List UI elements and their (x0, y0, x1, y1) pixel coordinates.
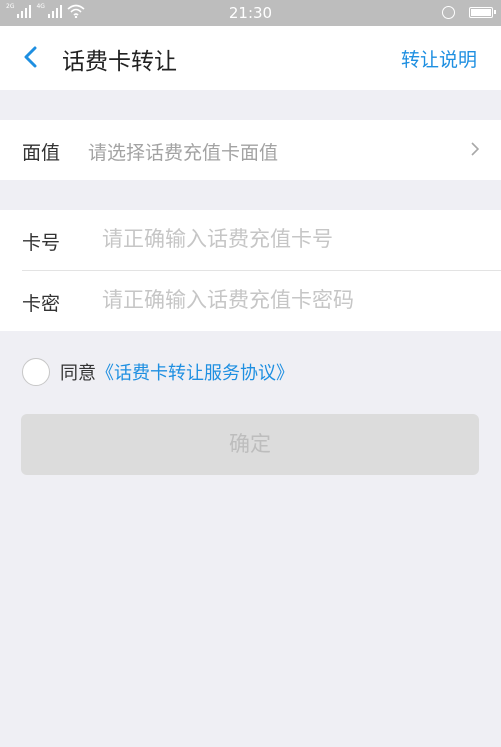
card-number-input[interactable] (102, 222, 482, 256)
face-value-label: 面值 (22, 142, 61, 164)
agreement-prefix: 同意 (60, 363, 96, 384)
agreement-link[interactable]: 《话费卡转让服务协议》 (96, 359, 294, 385)
confirm-button[interactable]: 确定 (21, 414, 479, 475)
chevron-right-icon (471, 142, 479, 156)
page-title: 话费卡转让 (62, 49, 177, 75)
card-password-label: 卡密 (22, 293, 61, 315)
face-value-selector[interactable]: 面值 请选择话费充值卡面值 (0, 120, 501, 180)
status-bar: 2G 4G 21:30 (0, 0, 501, 26)
status-bar-right (442, 6, 496, 19)
battery-icon (469, 7, 496, 18)
status-time: 21:30 (228, 4, 273, 22)
alarm-icon (442, 6, 455, 19)
card-info-group: 卡号 卡密 (0, 210, 501, 331)
navigation-bar: 话费卡转让 转让说明 (0, 26, 501, 90)
agreement-row: 同意 《话费卡转让服务协议》 (22, 356, 294, 388)
transfer-instructions-link[interactable]: 转让说明 (401, 45, 477, 72)
card-number-label: 卡号 (22, 232, 61, 254)
card-password-row: 卡密 (0, 271, 501, 331)
back-arrow-icon[interactable] (22, 46, 38, 68)
face-value-group: 面值 请选择话费充值卡面值 (0, 120, 501, 180)
card-number-row: 卡号 (0, 210, 501, 270)
agreement-checkbox[interactable] (22, 358, 50, 386)
card-password-input[interactable] (102, 283, 482, 317)
face-value-placeholder: 请选择话费充值卡面值 (88, 142, 279, 164)
